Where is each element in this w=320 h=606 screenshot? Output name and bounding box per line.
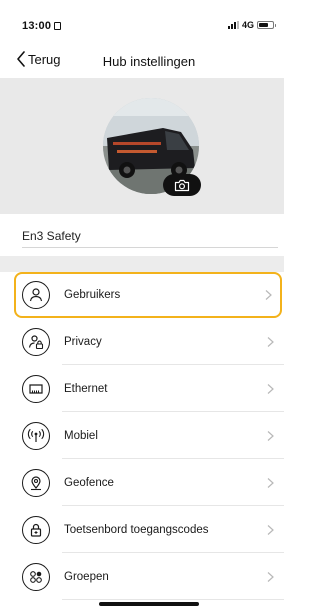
ethernet-icon xyxy=(22,374,50,403)
settings-item-label: Geofence xyxy=(64,476,114,489)
settings-item-label: Ethernet xyxy=(64,382,108,395)
settings-item-label: Mobiel xyxy=(64,429,98,442)
section-divider xyxy=(0,256,284,272)
home-indicator[interactable] xyxy=(99,602,199,606)
settings-item-privacy[interactable]: Privacy xyxy=(0,318,284,365)
settings-item-ethernet[interactable]: Ethernet xyxy=(0,365,284,412)
chevron-right-icon xyxy=(267,571,274,582)
page-title: Hub instellingen xyxy=(102,54,196,69)
status-indicators: 4G xyxy=(227,20,276,30)
chevron-right-icon xyxy=(265,290,272,300)
calendar-icon xyxy=(54,22,62,30)
antenna-icon xyxy=(22,421,50,450)
signal-icon xyxy=(227,21,239,29)
keypad-lock-icon xyxy=(22,515,50,544)
settings-item-label: Gebruikers xyxy=(64,289,121,301)
status-time-text: 13:00 xyxy=(22,20,52,32)
user-icon xyxy=(22,281,50,309)
settings-list: Gebruikers Privacy Ethernet Mobiel Geofe… xyxy=(0,272,284,600)
groups-icon xyxy=(22,562,50,591)
user-lock-icon xyxy=(22,327,50,356)
status-bar: 13:00 4G xyxy=(0,0,284,42)
settings-item-label: Toetsenbord toegangscodes xyxy=(64,523,209,536)
settings-item-mobiel[interactable]: Mobiel xyxy=(0,412,284,459)
chevron-right-icon xyxy=(267,430,274,441)
settings-item-gebruikers[interactable]: Gebruikers xyxy=(14,272,282,318)
hub-name-field[interactable]: En3 Safety xyxy=(22,226,278,248)
network-label: 4G xyxy=(241,20,254,30)
chevron-right-icon xyxy=(267,336,274,347)
settings-item-geofence[interactable]: Geofence xyxy=(0,459,284,506)
chevron-right-icon xyxy=(267,524,274,535)
settings-item-label: Privacy xyxy=(64,335,102,348)
settings-item-label: Groepen xyxy=(64,570,109,583)
chevron-right-icon xyxy=(267,477,274,488)
hub-photo-area xyxy=(0,78,284,214)
settings-item-groepen[interactable]: Groepen xyxy=(0,553,284,600)
location-pin-icon xyxy=(22,468,50,497)
status-time: 13:00 xyxy=(22,20,62,32)
settings-item-toetsenbord-toegangscodes[interactable]: Toetsenbord toegangscodes xyxy=(0,506,284,553)
navigation-bar: Terug Hub instellingen xyxy=(0,44,284,78)
battery-icon xyxy=(257,21,276,29)
change-photo-button[interactable] xyxy=(163,174,201,196)
camera-icon xyxy=(174,179,190,191)
chevron-right-icon xyxy=(267,383,274,394)
